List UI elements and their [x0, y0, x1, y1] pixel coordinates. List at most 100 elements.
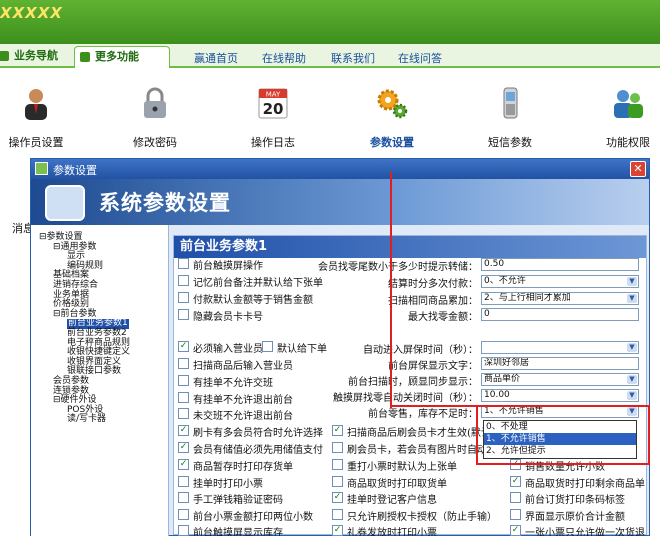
- right-option-checkbox[interactable]: [510, 492, 521, 503]
- tree-item-label: 价格级别: [53, 299, 90, 310]
- mid-option-checkbox[interactable]: ✓: [332, 492, 343, 503]
- tree-expander-icon[interactable]: ⊟: [53, 395, 61, 405]
- form-row-field[interactable]: 0、不允许 ▼: [481, 275, 639, 288]
- mid-option-checkbox[interactable]: [332, 509, 343, 520]
- toolbar-label: 操作员设置: [8, 136, 64, 149]
- function-permissions-button[interactable]: 功能权限: [588, 86, 660, 150]
- option-checkbox[interactable]: [178, 492, 189, 503]
- tab-icon: [80, 52, 90, 62]
- tab-more-functions[interactable]: 更多功能: [74, 46, 170, 68]
- tree-item[interactable]: 银联接口参数: [31, 367, 168, 377]
- option-checkbox[interactable]: ✓: [178, 442, 189, 453]
- option-checkbox[interactable]: [178, 275, 189, 286]
- settings-tree[interactable]: ⊟参数设置 ⊟通用参数 显示 编码规则 基础档案 进销存综合 业务单据 价格级别 ⊟前台参数 前台…: [31, 225, 169, 536]
- option-checkbox[interactable]: [178, 392, 189, 403]
- mid-option-label: 礼券发放时打印小票: [347, 528, 437, 536]
- right-option-label: 前台订货打印条码标签: [525, 495, 625, 506]
- tree-item[interactable]: 读/写卡器: [31, 414, 168, 425]
- default-pending-checkbox[interactable]: [262, 341, 273, 352]
- option-checkbox[interactable]: ✓: [178, 459, 189, 470]
- tree-item-label: 前台业务参数2: [67, 327, 127, 338]
- top-header: XXXXX: [0, 0, 660, 44]
- form-row-field[interactable]: 10.00 ▼: [481, 389, 639, 402]
- form-row-label: 扫描相同商品累加：: [388, 296, 478, 307]
- dialog-titlebar[interactable]: 参数设置 ✕: [31, 159, 649, 179]
- form-row-field[interactable]: 2、与上行相同才累加 ▼: [481, 292, 639, 305]
- chevron-down-icon[interactable]: ▼: [627, 294, 637, 303]
- nav-link-contact[interactable]: 联系我们: [331, 50, 375, 66]
- option-checkbox[interactable]: [178, 375, 189, 386]
- form-row-value: 2、与上行相同才累加: [484, 293, 571, 303]
- option-checkbox[interactable]: [178, 525, 189, 536]
- mid-option-checkbox[interactable]: [332, 442, 343, 453]
- tree-item[interactable]: 基础档案: [31, 271, 168, 281]
- toolbar-label: 短信参数: [488, 136, 532, 149]
- tree-expander-icon[interactable]: ⊟: [53, 309, 61, 319]
- option-label: 挂单时打印小票: [193, 479, 263, 490]
- tree-item[interactable]: 价格级别: [31, 299, 168, 310]
- gears-icon: [377, 89, 408, 119]
- operator-settings-button[interactable]: 操作员设置: [0, 86, 76, 150]
- form-row-label: 前台扫描时，顾显同步显示：: [348, 377, 478, 388]
- chevron-down-icon[interactable]: ▼: [627, 343, 637, 352]
- mid-option-checkbox[interactable]: [332, 476, 343, 487]
- tree-expander-icon[interactable]: ⊟: [39, 232, 47, 242]
- option-checkbox[interactable]: [178, 476, 189, 487]
- tree-item-label: 参数设置: [46, 232, 83, 242]
- tree-item[interactable]: 编码规则: [31, 261, 168, 272]
- form-row-label: 自动进入屏保时间（秒）：: [363, 345, 478, 356]
- right-option-checkbox[interactable]: [510, 509, 521, 520]
- right-option-checkbox[interactable]: ✓: [510, 476, 521, 487]
- chevron-down-icon[interactable]: ▼: [627, 391, 637, 400]
- operation-log-button[interactable]: MAY 20 操作日志: [233, 86, 313, 150]
- nav-link-qa[interactable]: 在线问答: [398, 50, 442, 66]
- chevron-down-icon[interactable]: ▼: [627, 375, 637, 384]
- option-checkbox[interactable]: [178, 358, 189, 369]
- tree-item-label: 收银快捷键定义: [67, 347, 131, 358]
- form-row-label: 会员找零尾数小于多少时提示转储：: [318, 262, 478, 273]
- tree-expander-icon[interactable]: ⊟: [53, 242, 61, 252]
- form-row-field[interactable]: 深圳好邻居: [481, 357, 639, 370]
- dialog-title: 参数设置: [53, 164, 97, 177]
- tree-item[interactable]: ⊟参数设置: [31, 232, 168, 243]
- padlock-icon: [144, 87, 166, 118]
- tree-item[interactable]: 进销存综合: [31, 280, 168, 291]
- option-checkbox[interactable]: [178, 408, 189, 419]
- close-icon[interactable]: ✕: [630, 161, 646, 177]
- option-checkbox[interactable]: ✓: [178, 425, 189, 436]
- option-checkbox[interactable]: [178, 309, 189, 320]
- sms-settings-button[interactable]: 短信参数: [470, 86, 550, 150]
- tree-item[interactable]: 业务单据: [31, 290, 168, 301]
- mid-option-checkbox[interactable]: ✓: [332, 425, 343, 436]
- panel-title: 前台业务参数1: [174, 236, 646, 258]
- right-option-checkbox[interactable]: ✓: [510, 525, 521, 536]
- mid-option-checkbox[interactable]: [332, 459, 343, 470]
- highlight-box: [476, 405, 650, 465]
- tab-business-nav[interactable]: 业务导航: [0, 46, 68, 68]
- mid-option-label: 商品取货时打印取货单: [347, 479, 447, 490]
- toolbar-label: 操作日志: [251, 136, 295, 149]
- option-checkbox[interactable]: ✓: [178, 341, 189, 352]
- option-checkbox[interactable]: [178, 292, 189, 303]
- form-row-field[interactable]: ▼: [481, 341, 639, 354]
- mid-option-checkbox[interactable]: ✓: [332, 525, 343, 536]
- tree-item-label: 基础档案: [53, 270, 90, 281]
- option-checkbox[interactable]: [178, 258, 189, 269]
- tree-item[interactable]: 会员参数: [31, 376, 168, 387]
- parameter-settings-button[interactable]: 参数设置: [352, 86, 432, 150]
- nav-link-help[interactable]: 在线帮助: [262, 50, 306, 66]
- option-label: 必须输入营业员: [193, 344, 263, 355]
- form-row-field[interactable]: 0: [481, 308, 639, 321]
- nav-link-home[interactable]: 赢通首页: [194, 50, 238, 66]
- tree-item[interactable]: 连锁参数: [31, 386, 168, 397]
- right-option-label: 界面显示原价合计金额: [525, 512, 625, 523]
- tab-icon: [0, 51, 9, 61]
- tab-label: 更多功能: [95, 50, 139, 63]
- chevron-down-icon[interactable]: ▼: [627, 277, 637, 286]
- form-row-field[interactable]: 商品单价 ▼: [481, 373, 639, 386]
- option-checkbox[interactable]: [178, 509, 189, 520]
- change-password-button[interactable]: 修改密码: [115, 86, 195, 150]
- form-row-value: 深圳好邻居: [484, 358, 530, 368]
- form-row-field[interactable]: 0.50: [481, 258, 639, 271]
- tree-item[interactable]: ⊟通用参数: [31, 242, 168, 253]
